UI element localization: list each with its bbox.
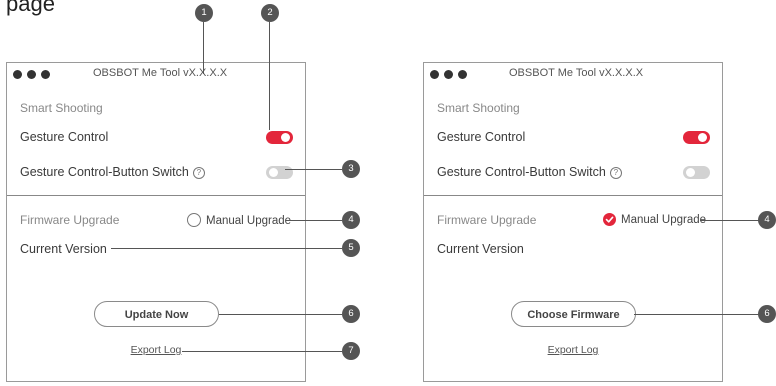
callout-marker-3: 3 <box>342 160 360 178</box>
callout-leader-line <box>700 220 761 221</box>
page-text-fragment: page <box>6 0 55 16</box>
gesture-switch-label: Gesture Control-Button Switch <box>437 165 606 179</box>
gesture-switch-row: Gesture Control-Button Switch? <box>437 165 622 179</box>
window-maximize-dot[interactable] <box>458 70 467 79</box>
settings-window-right: OBSBOT Me Tool vX.X.X.X Smart Shooting G… <box>423 62 723 382</box>
window-minimize-dot[interactable] <box>27 70 36 79</box>
gesture-switch-toggle[interactable] <box>683 166 710 179</box>
help-icon[interactable]: ? <box>609 167 622 179</box>
manual-upgrade-label: Manual Upgrade <box>621 214 707 226</box>
smart-shooting-heading: Smart Shooting <box>20 101 103 115</box>
callout-leader-line <box>269 22 270 130</box>
callout-marker-4-right: 4 <box>758 211 776 229</box>
help-icon[interactable]: ? <box>192 167 205 179</box>
gesture-control-toggle[interactable] <box>266 131 293 144</box>
window-close-dot[interactable] <box>13 70 22 79</box>
firmware-upgrade-heading: Firmware Upgrade <box>20 213 120 227</box>
gesture-switch-row: Gesture Control-Button Switch? <box>20 165 205 179</box>
window-minimize-dot[interactable] <box>444 70 453 79</box>
callout-leader-line <box>219 314 342 315</box>
section-divider <box>424 195 722 196</box>
gesture-control-toggle[interactable] <box>683 131 710 144</box>
toggle-knob <box>698 133 707 142</box>
toggle-knob <box>281 133 290 142</box>
firmware-upgrade-heading: Firmware Upgrade <box>437 213 537 227</box>
callout-marker-7: 7 <box>342 342 360 360</box>
callout-marker-6-right: 6 <box>758 305 776 323</box>
app-title: OBSBOT Me Tool vX.X.X.X <box>509 67 644 79</box>
callout-marker-5: 5 <box>342 239 360 257</box>
manual-upgrade-option[interactable]: Manual Upgrade <box>187 213 291 227</box>
section-divider <box>7 195 305 196</box>
window-titlebar: OBSBOT Me Tool vX.X.X.X <box>7 63 305 87</box>
callout-leader-line <box>286 220 342 221</box>
smart-shooting-heading: Smart Shooting <box>437 101 520 115</box>
gesture-control-label: Gesture Control <box>20 130 109 144</box>
current-version-label: Current Version <box>20 242 107 256</box>
callout-marker-1: 1 <box>195 4 213 22</box>
callout-leader-line <box>285 169 342 170</box>
toggle-knob <box>686 168 695 177</box>
update-now-button[interactable]: Update Now <box>94 301 219 327</box>
radio-unchecked-icon[interactable] <box>187 213 201 227</box>
export-log-link[interactable]: Export Log <box>7 344 305 356</box>
callout-leader-line <box>111 248 342 249</box>
callout-marker-4: 4 <box>342 211 360 229</box>
callout-leader-line <box>182 351 342 352</box>
app-title: OBSBOT Me Tool vX.X.X.X <box>93 67 228 79</box>
window-maximize-dot[interactable] <box>41 70 50 79</box>
export-log-link[interactable]: Export Log <box>424 344 722 356</box>
window-close-dot[interactable] <box>430 70 439 79</box>
gesture-switch-toggle[interactable] <box>266 166 293 179</box>
manual-upgrade-option[interactable]: Manual Upgrade <box>603 213 706 226</box>
gesture-control-label: Gesture Control <box>437 130 526 144</box>
callout-leader-line <box>634 314 761 315</box>
checkmark-icon[interactable] <box>603 213 616 226</box>
current-version-label: Current Version <box>437 242 524 256</box>
callout-marker-6: 6 <box>342 305 360 323</box>
window-titlebar: OBSBOT Me Tool vX.X.X.X <box>424 63 722 87</box>
callout-marker-2: 2 <box>261 4 279 22</box>
callout-leader-line <box>203 22 204 74</box>
gesture-switch-label: Gesture Control-Button Switch <box>20 165 189 179</box>
choose-firmware-button[interactable]: Choose Firmware <box>511 301 636 327</box>
manual-upgrade-label: Manual Upgrade <box>206 215 292 227</box>
toggle-knob <box>269 168 278 177</box>
settings-window-left: OBSBOT Me Tool vX.X.X.X Smart Shooting G… <box>6 62 306 382</box>
